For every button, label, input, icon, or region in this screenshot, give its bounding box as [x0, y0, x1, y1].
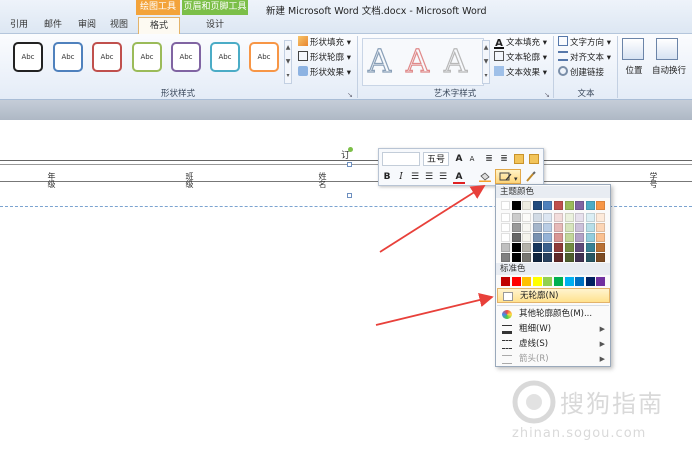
- watermark: 搜狗指南 zhinan.sogou.com: [512, 378, 682, 448]
- watermark-url: zhinan.sogou.com: [512, 426, 647, 441]
- watermark-text: 搜狗指南: [560, 390, 664, 418]
- arrow-to-outline-button: [379, 185, 486, 253]
- watermark-logo-icon: [512, 380, 556, 424]
- arrow-to-no-outline: [375, 292, 494, 326]
